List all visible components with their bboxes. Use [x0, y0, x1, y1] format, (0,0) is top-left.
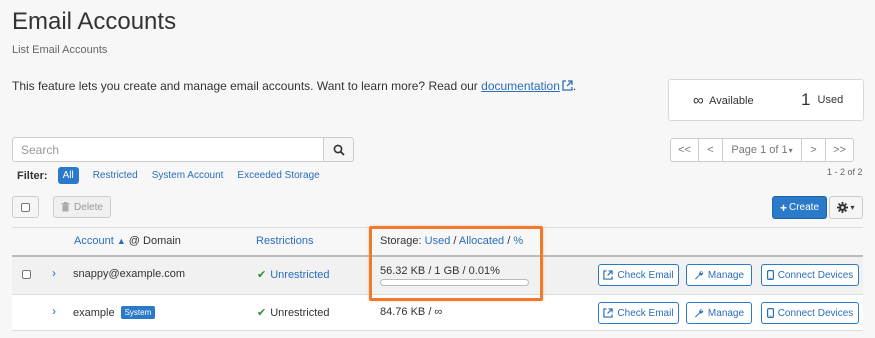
external-link-icon[interactable]	[562, 80, 573, 94]
checkbox-box	[21, 202, 30, 212]
account-header-label: Account	[74, 235, 114, 247]
wrench-icon	[694, 309, 704, 318]
intro-end: .	[572, 79, 577, 93]
search-button[interactable]	[323, 137, 354, 162]
expand-row-icon[interactable]: ›	[52, 304, 56, 318]
next-page-button[interactable]: >	[801, 138, 826, 162]
storage-value: 84.76 KB / ∞	[380, 306, 443, 318]
storage-header-label: Storage:	[380, 235, 422, 247]
account-name: snappy@example.com	[73, 268, 186, 280]
domain-header-label: @ Domain	[128, 235, 181, 247]
pagination: << < Page 1 of 1 ▾ > >>	[670, 138, 854, 162]
check-email-label: Check Email	[617, 307, 674, 319]
prev-page-button[interactable]: <	[698, 138, 723, 162]
plus-icon: +	[779, 200, 787, 215]
search-group	[12, 137, 354, 162]
check-icon: ✔	[257, 269, 267, 281]
mobile-icon	[766, 308, 774, 318]
filter-restricted[interactable]: Restricted	[93, 170, 138, 181]
trash-icon	[61, 202, 70, 212]
delete-label: Delete	[74, 201, 103, 213]
caret-down-icon: ▾	[788, 145, 793, 155]
mobile-icon	[766, 270, 774, 280]
select-all-checkbox[interactable]	[12, 196, 39, 218]
page-subtitle: List Email Accounts	[12, 44, 108, 56]
row-checkbox[interactable]	[22, 270, 31, 279]
restriction-link[interactable]: Unrestricted	[270, 269, 329, 281]
sort-asc-icon: ▲	[116, 236, 126, 246]
storage-value: 56.32 KB / 1 GB / 0.01%	[380, 265, 500, 277]
check-email-button[interactable]: Check Email	[598, 302, 679, 324]
expand-row-icon[interactable]: ›	[52, 266, 56, 280]
account-stats-box: ∞ Available 1 Used	[668, 79, 864, 121]
connect-devices-button[interactable]: Connect Devices	[761, 302, 859, 324]
manage-label: Manage	[707, 269, 745, 281]
wrench-icon	[694, 271, 704, 280]
storage-progress-bar	[380, 279, 529, 286]
sort-percent-link[interactable]: %	[513, 235, 523, 247]
external-link-icon	[603, 308, 614, 318]
filter-label: Filter:	[17, 169, 48, 182]
column-header-restrictions[interactable]: Restrictions	[256, 235, 313, 247]
last-page-button[interactable]: >>	[825, 138, 854, 162]
check-email-label: Check Email	[617, 269, 674, 281]
filter-bar: Filter: All Restricted System Account Ex…	[17, 167, 334, 184]
external-link-icon	[603, 270, 614, 280]
filter-exceeded-storage[interactable]: Exceeded Storage	[237, 170, 319, 181]
manage-label: Manage	[707, 307, 745, 319]
check-icon: ✔	[257, 307, 267, 319]
connect-devices-label: Connect Devices	[777, 307, 854, 319]
table-row: › example System ✔ Unrestricted 84.76 KB /…	[12, 295, 863, 331]
delete-button[interactable]: Delete	[53, 196, 111, 218]
settings-dropdown-button[interactable]: ▾	[829, 196, 863, 219]
caret-down-icon: ▾	[850, 203, 855, 212]
page-select[interactable]: Page 1 of 1 ▾	[722, 138, 802, 162]
create-label: Create	[789, 202, 820, 213]
manage-button[interactable]: Manage	[686, 264, 752, 286]
manage-button[interactable]: Manage	[686, 302, 752, 324]
documentation-link[interactable]: documentation	[481, 79, 560, 93]
filter-all[interactable]: All	[57, 167, 79, 184]
intro-sentence: This feature lets you create and manage …	[12, 79, 482, 93]
table-top-rule	[12, 227, 863, 228]
intro-text: This feature lets you create and manage …	[12, 79, 576, 94]
page-label: Page 1 of 1	[731, 144, 788, 156]
available-stat: ∞ Available	[693, 92, 754, 109]
first-page-button[interactable]: <<	[670, 138, 699, 162]
used-count: 1	[801, 90, 811, 109]
restriction-status: ✔ Unrestricted	[257, 306, 330, 319]
account-name-cell: example System	[73, 306, 156, 319]
account-name: example	[73, 307, 115, 319]
gear-icon	[837, 202, 849, 213]
sort-used-link[interactable]: Used	[425, 235, 451, 247]
used-label: Used	[817, 94, 844, 106]
available-label: Available	[709, 95, 754, 107]
system-badge: System	[120, 306, 156, 319]
result-range: 1 - 2 of 2	[827, 167, 863, 177]
restriction-status: ✔ Unrestricted	[257, 268, 330, 281]
restriction-text: Unrestricted	[270, 307, 330, 319]
table-row: › snappy@example.com ✔ Unrestricted 56.32…	[12, 257, 863, 295]
connect-devices-button[interactable]: Connect Devices	[761, 264, 859, 286]
infinity-icon: ∞	[693, 92, 704, 109]
column-header-account[interactable]: Account ▲ @ Domain	[74, 235, 181, 247]
page-title: Email Accounts	[12, 8, 177, 35]
create-button[interactable]: + Create	[772, 196, 827, 219]
sort-allocated-link[interactable]: Allocated	[459, 235, 504, 247]
column-header-storage: Storage: Used / Allocated / %	[380, 235, 524, 247]
search-input[interactable]	[12, 137, 324, 162]
used-stat: 1 Used	[801, 90, 843, 110]
check-email-button[interactable]: Check Email	[598, 264, 679, 286]
connect-devices-label: Connect Devices	[777, 269, 854, 281]
filter-system-account[interactable]: System Account	[152, 170, 224, 181]
search-icon	[333, 144, 345, 156]
